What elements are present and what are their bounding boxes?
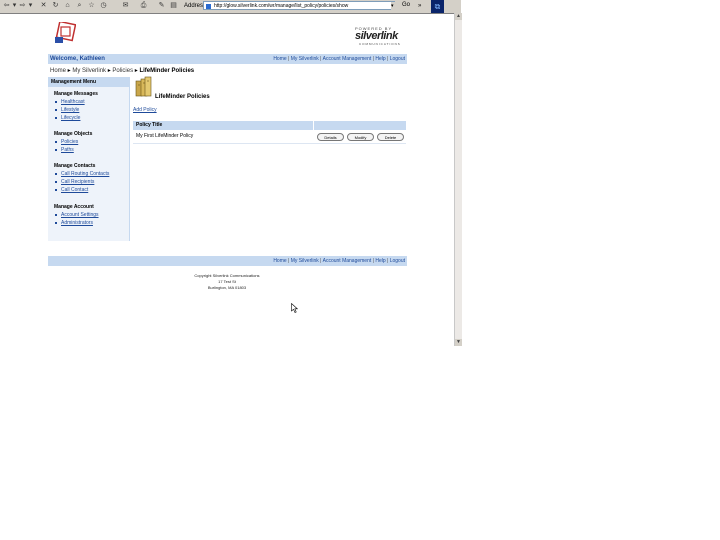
menu-item-label[interactable]: Healthcast: [61, 99, 85, 105]
menu-item-label[interactable]: Lifecycle: [61, 115, 80, 121]
delete-button[interactable]: Delete: [377, 133, 404, 141]
header-links: Home | My Silverlink | Account Managemen…: [273, 56, 405, 62]
scroll-up-icon[interactable]: ▲: [455, 13, 462, 20]
footer-link-account[interactable]: Account Management: [323, 258, 372, 264]
menu-item-administrators[interactable]: Administrators: [55, 220, 93, 227]
add-policy-link[interactable]: Add Policy: [133, 107, 157, 113]
group-title-messages: Manage Messages: [54, 91, 98, 97]
modify-button[interactable]: Modify: [347, 133, 374, 141]
menu-item-call-routing[interactable]: Call Routing Contacts: [55, 171, 109, 178]
home-icon[interactable]: ⌂: [64, 2, 71, 10]
column-divider: [313, 121, 314, 130]
address-value: http://glow.silverlink.com/wr/manage/lis…: [214, 3, 349, 9]
group-title-objects: Manage Objects: [54, 131, 93, 137]
footer-link-my-silverlink[interactable]: My Silverlink: [291, 258, 319, 264]
silverlink-tagline: COMMUNICATIONS: [359, 42, 401, 46]
edit-icon[interactable]: ✎: [158, 2, 165, 10]
menu-title: Management Menu: [48, 77, 129, 87]
footer-link-help[interactable]: Help: [375, 258, 385, 264]
menu-item-call-contact[interactable]: Call Contact: [55, 187, 88, 194]
vertical-scrollbar[interactable]: ▲ ▼: [454, 13, 462, 346]
menu-item-healthcast[interactable]: Healthcast: [55, 99, 85, 106]
menu-item-lifestyle[interactable]: Lifestyle: [55, 107, 79, 114]
details-button[interactable]: Details: [317, 133, 344, 141]
address-input[interactable]: http://glow.silverlink.com/wr/manage/lis…: [203, 1, 395, 10]
city-line: Burlington, MA 01803: [207, 285, 247, 290]
refresh-icon[interactable]: ↻: [52, 2, 59, 10]
back-icon[interactable]: ⇦: [3, 2, 10, 10]
header-bar: Welcome, Kathleen Home | My Silverlink |…: [48, 54, 407, 64]
footer-link-logout[interactable]: Logout: [390, 258, 405, 264]
breadcrumb-policies[interactable]: Policies: [112, 68, 133, 74]
header-link-logout[interactable]: Logout: [390, 56, 405, 62]
header-link-account[interactable]: Account Management: [323, 56, 372, 62]
bullet-icon: [55, 100, 57, 103]
silverlink-logo: silverlink: [355, 30, 398, 42]
history-icon[interactable]: ◷: [100, 2, 107, 10]
back-dropdown-icon[interactable]: ▾: [11, 2, 18, 10]
bullet-icon: [55, 172, 57, 175]
copyright-block: Copyright Silverlink Communications 17 T…: [182, 273, 272, 291]
go-button[interactable]: Go: [402, 1, 415, 10]
favorites-icon[interactable]: ☆: [88, 2, 95, 10]
bullet-icon: [55, 213, 57, 216]
management-menu: Management Menu Manage Messages Healthca…: [48, 77, 130, 241]
menu-item-label[interactable]: Account Settings: [61, 212, 99, 218]
menu-item-account-settings[interactable]: Account Settings: [55, 212, 99, 219]
footer-bar: Home | My Silverlink | Account Managemen…: [48, 256, 407, 266]
header-link-my-silverlink[interactable]: My Silverlink: [291, 56, 319, 62]
bullet-icon: [55, 116, 57, 119]
bullet-icon: [55, 188, 57, 191]
menu-item-label[interactable]: Lifestyle: [61, 107, 79, 113]
mouse-cursor-icon: [291, 303, 298, 313]
policies-icon: [135, 76, 152, 97]
menu-item-label[interactable]: Paths: [61, 147, 74, 153]
bullet-icon: [55, 148, 57, 151]
discuss-icon[interactable]: ▤: [170, 2, 177, 10]
page-title: LifeMinder Policies: [155, 94, 210, 100]
welcome-text: Welcome, Kathleen: [50, 56, 105, 62]
menu-item-paths[interactable]: Paths: [55, 147, 74, 154]
menu-item-label[interactable]: Administrators: [61, 220, 93, 226]
breadcrumb-current: LifeMinder Policies: [139, 68, 195, 74]
bullet-icon: [55, 140, 57, 143]
table-row: My First LifeMinder Policy Details Modif…: [133, 130, 406, 144]
group-title-account: Manage Account: [54, 204, 94, 210]
policy-title-cell: My First LifeMinder Policy: [136, 133, 194, 139]
menu-item-label[interactable]: Call Recipients: [61, 179, 94, 185]
menu-item-call-recipients[interactable]: Call Recipients: [55, 179, 94, 186]
header-link-home[interactable]: Home: [273, 56, 286, 62]
footer-link-home[interactable]: Home: [273, 258, 286, 264]
menu-item-policies[interactable]: Policies: [55, 139, 78, 146]
mail-icon[interactable]: ✉: [122, 2, 129, 10]
group-title-contacts: Manage Contacts: [54, 163, 96, 169]
stop-icon[interactable]: ✕: [40, 2, 47, 10]
company-logo: [55, 22, 76, 43]
bullet-icon: [55, 108, 57, 111]
breadcrumb: Home ▸ My Silverlink ▸ Policies ▸ LifeMi…: [50, 68, 195, 74]
address-dropdown-icon[interactable]: ▾: [391, 2, 397, 10]
column-header-policy-title: Policy Title: [136, 122, 163, 128]
scroll-down-icon[interactable]: ▼: [455, 339, 462, 346]
header-link-help[interactable]: Help: [375, 56, 385, 62]
breadcrumb-my-silverlink[interactable]: My Silverlink: [72, 68, 106, 74]
footer-links: Home | My Silverlink | Account Managemen…: [273, 258, 405, 264]
breadcrumb-home[interactable]: Home: [50, 68, 66, 74]
forward-dropdown-icon[interactable]: ▾: [27, 2, 34, 10]
links-chevron[interactable]: »: [418, 1, 428, 11]
menu-item-label[interactable]: Call Routing Contacts: [61, 171, 109, 177]
menu-item-label[interactable]: Call Contact: [61, 187, 88, 193]
search-icon[interactable]: ⌕: [76, 2, 83, 10]
bullet-icon: [55, 221, 57, 224]
menu-item-lifecycle[interactable]: Lifecycle: [55, 115, 80, 122]
menu-item-label[interactable]: Policies: [61, 139, 78, 145]
bullet-icon: [55, 180, 57, 183]
browser-toolbar: ⇦ ▾ ⇨ ▾ ✕ ↻ ⌂ ⌕ ☆ ◷ ✉ ⎙ ✎ ▤ Address http…: [0, 0, 461, 14]
page-icon: [206, 4, 211, 9]
print-icon[interactable]: ⎙: [140, 2, 147, 10]
windows-logo-icon: ⧉: [431, 0, 444, 13]
forward-icon[interactable]: ⇨: [19, 2, 26, 10]
table-header: Policy Title: [133, 121, 406, 130]
